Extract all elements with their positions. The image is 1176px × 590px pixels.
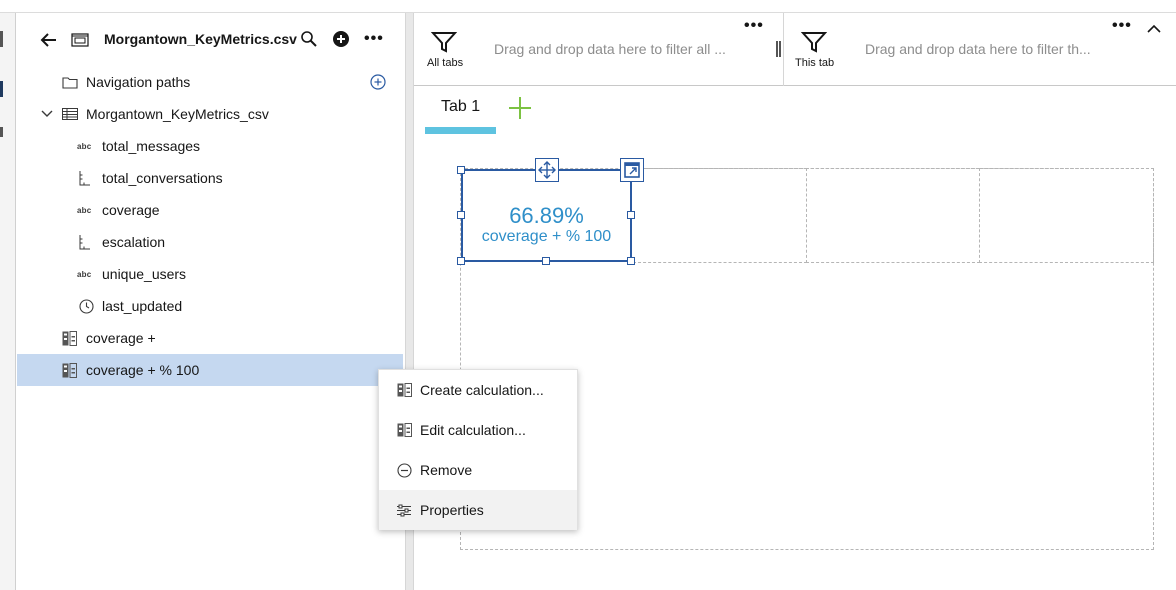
text-type-icon: abc <box>77 269 92 279</box>
tree-item-last-updated[interactable]: last_updated <box>17 290 403 322</box>
rail-icon-2[interactable] <box>0 127 3 137</box>
tree-item-label: escalation <box>102 234 166 250</box>
tab-label: Tab 1 <box>441 98 481 115</box>
tree-item-escalation[interactable]: escalation <box>17 226 403 258</box>
sliders-icon <box>395 503 413 517</box>
text-type-icon: abc <box>77 141 92 151</box>
filter-icon <box>430 30 458 54</box>
filter-drop-placeholder: Drag and drop data here to filter th... <box>865 41 1091 57</box>
tree-item-calc-coverage-percent[interactable]: coverage + % 100 <box>17 354 403 386</box>
menu-item-properties[interactable]: Properties <box>379 490 577 530</box>
move-icon[interactable] <box>535 158 559 182</box>
menu-item-label: Remove <box>420 462 473 478</box>
csv-file-icon <box>71 32 89 48</box>
layout-cell <box>806 168 980 263</box>
top-toolbar-strip <box>0 0 1176 13</box>
tree-item-calc-coverage-plus[interactable]: coverage + <box>17 322 403 354</box>
chevron-down-icon[interactable] <box>40 107 54 121</box>
tree-item-label: coverage <box>102 202 160 218</box>
layout-cell <box>633 168 807 263</box>
tree-item-label: unique_users <box>102 266 187 282</box>
tree-item-label: coverage + <box>86 330 156 346</box>
kpi-label: coverage + % 100 <box>481 228 612 245</box>
filter-icon <box>800 30 828 54</box>
filter-bar: All tabs Drag and drop data here to filt… <box>414 13 1176 86</box>
menu-item-remove[interactable]: Remove <box>379 450 577 490</box>
resize-handle-nw[interactable] <box>457 166 465 174</box>
rail-icon-1[interactable] <box>0 31 3 47</box>
tree-item-unique-users[interactable]: abc unique_users <box>17 258 403 290</box>
overflow-menu-icon[interactable]: ••• <box>1112 18 1132 34</box>
tree-item-label: total_messages <box>102 138 201 154</box>
menu-item-label: Properties <box>420 502 484 518</box>
clock-icon <box>78 298 94 314</box>
active-tab-indicator <box>425 127 496 134</box>
text-type-icon: abc <box>77 205 92 215</box>
tree-item-label: Navigation paths <box>86 74 191 90</box>
filter-drop-placeholder: Drag and drop data here to filter all ..… <box>494 41 726 57</box>
tree-item-table[interactable]: Morgantown_KeyMetrics_csv <box>17 98 403 130</box>
filter-splitter-icon[interactable] <box>776 41 781 57</box>
search-icon[interactable] <box>300 30 318 48</box>
resize-handle-sw[interactable] <box>457 257 465 265</box>
chevron-up-icon[interactable] <box>1147 21 1161 33</box>
menu-item-label: Create calculation... <box>420 382 544 398</box>
filter-scope-label: This tab <box>795 57 835 69</box>
overflow-menu-icon[interactable]: ••• <box>364 31 384 47</box>
expand-icon[interactable] <box>620 158 644 182</box>
tree-item-coverage[interactable]: abc coverage <box>17 194 403 226</box>
context-menu: Create calculation... Edit calculation..… <box>378 369 578 530</box>
calculation-icon <box>395 383 413 397</box>
kpi-value: 66.89% <box>509 203 584 228</box>
arrow-left-icon[interactable] <box>39 30 59 50</box>
tab-1[interactable]: Tab 1 <box>425 86 496 134</box>
menu-item-create-calculation[interactable]: Create calculation... <box>379 370 577 410</box>
add-navigation-path-icon[interactable] <box>370 74 386 90</box>
calculation-icon <box>61 330 77 346</box>
resize-handle-s[interactable] <box>542 257 550 265</box>
resize-handle-se[interactable] <box>627 257 635 265</box>
left-nav-rail <box>0 13 16 590</box>
resize-handle-e[interactable] <box>627 211 635 219</box>
menu-item-edit-calculation[interactable]: Edit calculation... <box>379 410 577 450</box>
rail-icon-active[interactable] <box>0 81 3 97</box>
ruler-icon <box>79 170 91 186</box>
tree-item-total-conversations[interactable]: total_conversations <box>17 162 403 194</box>
filter-scope-label: All tabs <box>427 57 464 69</box>
layout-cell <box>979 168 1154 263</box>
resize-handle-w[interactable] <box>457 211 465 219</box>
filter-zone-this-tab[interactable]: This tab Drag and drop data here to filt… <box>784 13 1176 86</box>
tree-item-label: Morgantown_KeyMetrics_csv <box>86 106 269 122</box>
table-icon <box>61 107 79 121</box>
filter-zone-all-tabs[interactable]: All tabs Drag and drop data here to filt… <box>414 13 776 86</box>
tree-item-navigation-paths[interactable]: Navigation paths <box>17 66 403 98</box>
add-circle-icon[interactable] <box>332 30 350 48</box>
calculation-icon <box>395 423 413 437</box>
calculation-icon <box>61 362 77 378</box>
remove-circle-icon <box>395 462 413 478</box>
add-tab-icon[interactable] <box>508 96 532 120</box>
folder-icon <box>61 75 79 89</box>
data-source-title: Morgantown_KeyMetrics.csv <box>104 31 297 47</box>
tree-item-label: total_conversations <box>102 170 223 186</box>
menu-item-label: Edit calculation... <box>420 422 526 438</box>
tree-item-label: last_updated <box>102 298 183 314</box>
tree-item-label: coverage + % 100 <box>86 362 200 378</box>
data-sources-panel: Morgantown_KeyMetrics.csv ••• Navigation… <box>17 13 405 590</box>
overflow-menu-icon[interactable]: ••• <box>744 18 764 34</box>
ruler-icon <box>79 234 91 250</box>
tree-item-total-messages[interactable]: abc total_messages <box>17 130 403 162</box>
